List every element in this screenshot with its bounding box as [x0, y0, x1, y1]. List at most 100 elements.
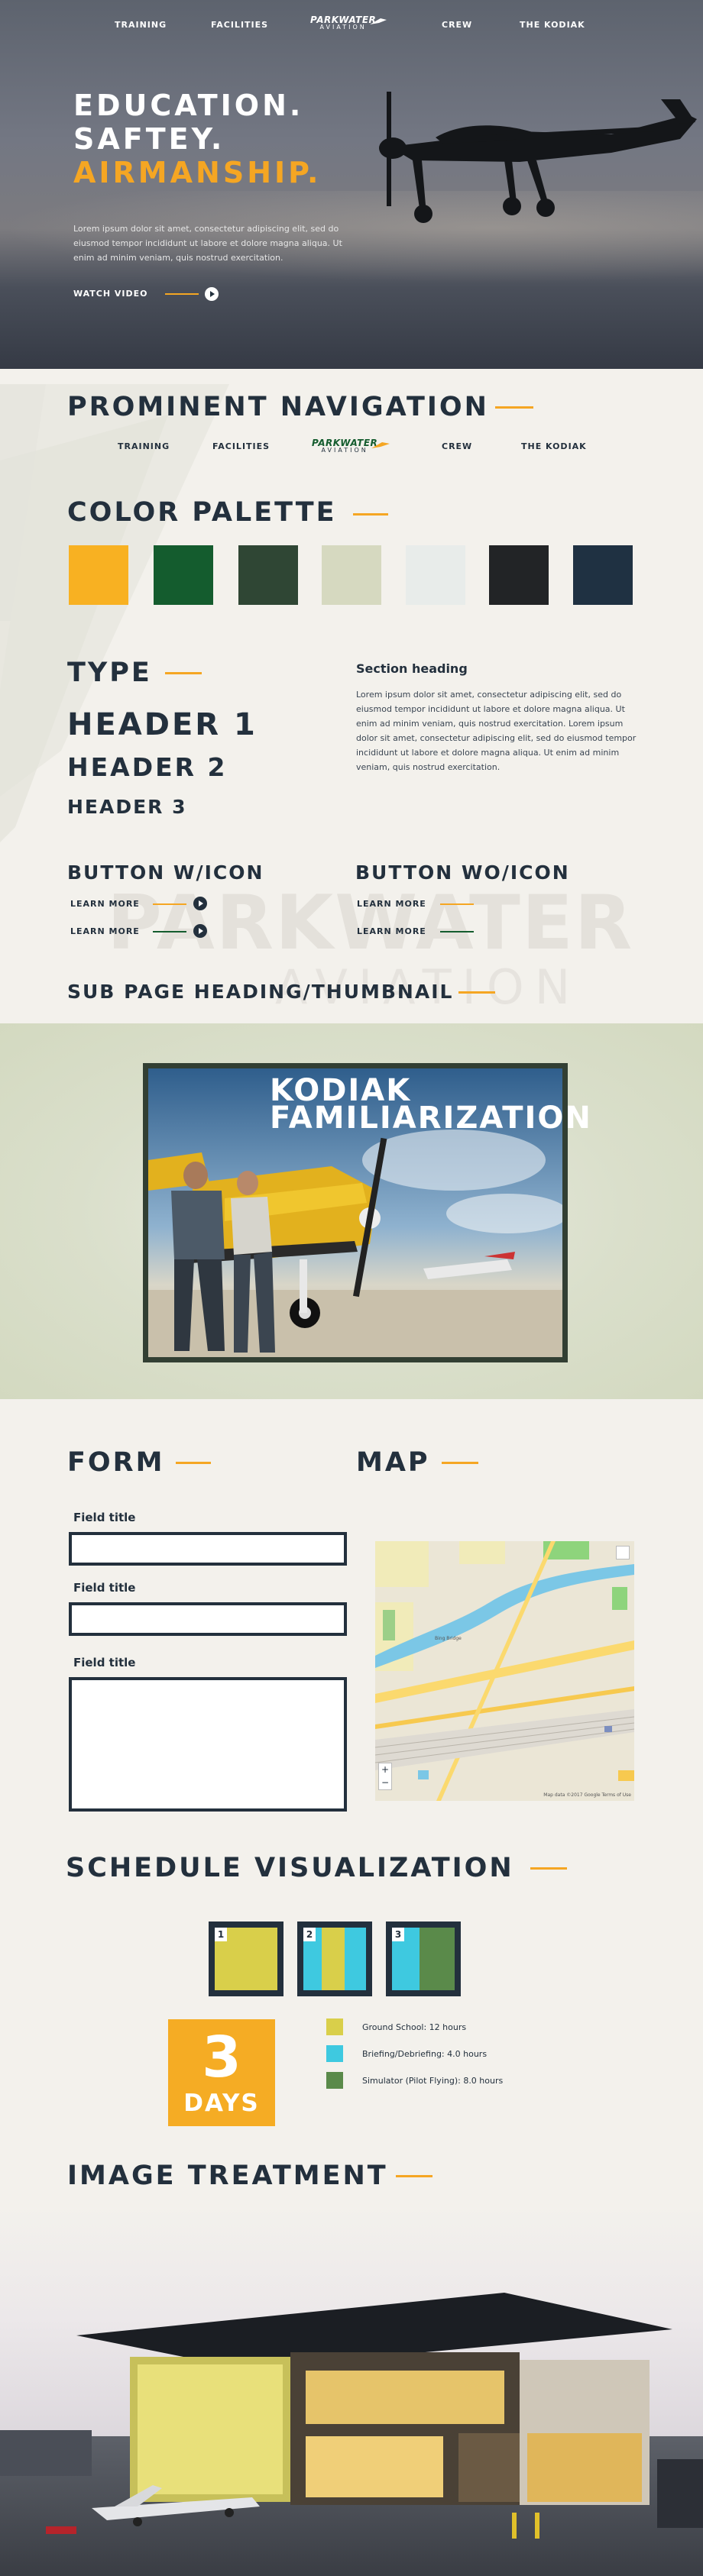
- days-count: 3: [202, 2025, 241, 2090]
- nav2-link-the-kodiak[interactable]: THE KODIAK: [521, 441, 587, 451]
- hero-headline: EDUCATION. SAFTEY. AIRMANSHIP.: [73, 89, 321, 189]
- image-treatment-heading: IMAGE TREATMENT: [67, 2161, 388, 2191]
- ground-school-block: [322, 1928, 345, 1990]
- learn-more-button-1[interactable]: LEARN MORE: [70, 899, 140, 909]
- briefing-block: [345, 1928, 366, 1990]
- map-place-label: Bing Bridge: [435, 1636, 462, 1641]
- legend-label-ground-school: Ground School: 12 hours: [362, 2022, 467, 2032]
- sub-page-heading-label: SUB PAGE HEADING/THUMBNAIL: [67, 981, 454, 1003]
- field-title-3: Field title: [73, 1656, 136, 1669]
- watermark-parkwater: PARKWATER: [107, 880, 634, 967]
- button-without-icon-heading: BUTTON WO/ICON: [355, 861, 570, 884]
- nav2-link-training[interactable]: TRAINING: [118, 441, 170, 451]
- form-heading: FORM: [67, 1447, 165, 1478]
- map-zoom-control[interactable]: + −: [378, 1763, 392, 1790]
- swatch-green: [154, 545, 213, 605]
- schedule-day-number: 3: [392, 1928, 404, 1941]
- sample-body-text: Lorem ipsum dolor sit amet, consectetur …: [356, 690, 637, 772]
- map-fullscreen-button[interactable]: [616, 1546, 630, 1559]
- play-icon[interactable]: [193, 924, 207, 938]
- legend-swatch-ground-school: [326, 2018, 343, 2035]
- swatch-yellow: [69, 545, 128, 605]
- days-label: DAYS: [183, 2090, 260, 2117]
- hero-body-text: Lorem ipsum dolor sit amet, consectetur …: [73, 224, 342, 263]
- map-attribution: Map data ©2017 Google Terms of Use: [543, 1792, 631, 1798]
- color-palette-heading: COLOR PALETTE: [67, 497, 337, 528]
- play-icon[interactable]: [205, 287, 219, 301]
- nav2-logo[interactable]: PARKWATER AVIATION: [312, 438, 377, 454]
- nav-link-training[interactable]: TRAINING: [115, 20, 167, 30]
- map-heading: MAP: [356, 1447, 430, 1478]
- hero-headline-line-1: EDUCATION.: [73, 89, 304, 122]
- map-widget[interactable]: Bing Bridge + − Map data ©2017 Google Te…: [375, 1541, 634, 1801]
- schedule-day-2: 2: [297, 1921, 372, 1996]
- nav-link-facilities[interactable]: FACILITIES: [211, 20, 268, 30]
- heading-accent-line: [396, 2175, 432, 2177]
- hero-section: TRAINING FACILITIES PARKWATER AVIATION C…: [0, 0, 703, 369]
- days-total-badge: 3 DAYS: [168, 2019, 275, 2126]
- hero-headline-line-3: AIRMANSHIP.: [73, 156, 322, 189]
- learn-more-button-4[interactable]: LEARN MORE: [357, 926, 426, 936]
- nav2-link-crew[interactable]: CREW: [442, 441, 472, 451]
- heading-accent-line: [165, 672, 202, 674]
- hero-headline-line-2: SAFTEY.: [73, 122, 225, 156]
- heading-accent-line: [442, 1462, 478, 1464]
- legend-label-briefing: Briefing/Debriefing: 4.0 hours: [362, 2049, 488, 2059]
- schedule-day-1: 1: [209, 1921, 283, 1996]
- learn-more-button-3[interactable]: LEARN MORE: [357, 899, 426, 909]
- heading-accent-line: [530, 1867, 567, 1870]
- legend-swatch-simulator: [326, 2072, 343, 2089]
- schedule-day-3: 3: [386, 1921, 461, 1996]
- sample-header-2: HEADER 2: [67, 752, 228, 782]
- swatch-navy: [573, 545, 633, 605]
- schedule-visualization-heading: SCHEDULE VISUALIZATION: [66, 1853, 514, 1883]
- logo-arrow-icon: [370, 18, 387, 24]
- logo-subtitle: AVIATION: [319, 24, 367, 31]
- button-with-icon-heading: BUTTON W/ICON: [67, 861, 264, 884]
- heading-accent-line: [495, 406, 533, 409]
- thumbnail-title: KODIAK FAMILIARIZATION: [270, 1075, 592, 1136]
- map-tiles: [375, 1541, 634, 1801]
- nav2-logo-arrow-icon: [371, 442, 390, 448]
- legend-swatch-briefing: [326, 2045, 343, 2062]
- sample-section-heading: Section heading: [356, 661, 468, 676]
- nav2-link-facilities[interactable]: FACILITIES: [212, 441, 270, 451]
- sample-header-3: HEADER 3: [67, 796, 187, 818]
- schedule-day-number: 2: [303, 1928, 316, 1941]
- swatch-off-white: [406, 545, 465, 605]
- kodiak-thumbnail[interactable]: KODIAK FAMILIARIZATION: [143, 1063, 591, 1362]
- heading-accent-line: [353, 513, 388, 516]
- schedule-day-number: 1: [215, 1928, 227, 1941]
- learn-more-button-2[interactable]: LEARN MORE: [70, 926, 140, 936]
- field-title-2: Field title: [73, 1581, 136, 1595]
- swatch-dark-green: [238, 545, 298, 605]
- textarea-field[interactable]: [69, 1677, 347, 1812]
- watch-video-underline: [165, 293, 199, 295]
- swatch-charcoal: [489, 545, 549, 605]
- image-treatment-band: [0, 2207, 703, 2576]
- legend-label-simulator: Simulator (Pilot Flying): 8.0 hours: [362, 2076, 504, 2086]
- nav2-logo-subtitle: AVIATION: [321, 447, 368, 454]
- nav-link-the-kodiak[interactable]: THE KODIAK: [520, 20, 585, 30]
- button-accent-line: [440, 903, 474, 905]
- simulator-block: [420, 1928, 455, 1990]
- field-title-1: Field title: [73, 1511, 136, 1524]
- logo[interactable]: PARKWATER AVIATION: [310, 15, 376, 31]
- hero-nav: TRAINING FACILITIES PARKWATER AVIATION C…: [0, 14, 703, 37]
- button-accent-line: [153, 931, 186, 932]
- sample-header-1: HEADER 1: [67, 707, 258, 742]
- type-heading: TYPE: [67, 658, 152, 688]
- zoom-in-button[interactable]: +: [379, 1763, 391, 1776]
- airplane-silhouette: [379, 92, 697, 223]
- watch-video-link[interactable]: WATCH VIDEO: [73, 289, 148, 299]
- swatch-sage: [322, 545, 381, 605]
- heading-accent-line: [176, 1462, 211, 1464]
- hangar-photo: [0, 2293, 703, 2576]
- button-accent-line: [153, 903, 186, 905]
- text-field-1[interactable]: [69, 1532, 347, 1566]
- zoom-out-button[interactable]: −: [379, 1776, 391, 1789]
- thumbnail-title-line-2: FAMILIARIZATION: [270, 1101, 592, 1136]
- play-icon[interactable]: [193, 897, 207, 910]
- nav-link-crew[interactable]: CREW: [442, 20, 472, 30]
- text-field-2[interactable]: [69, 1602, 347, 1636]
